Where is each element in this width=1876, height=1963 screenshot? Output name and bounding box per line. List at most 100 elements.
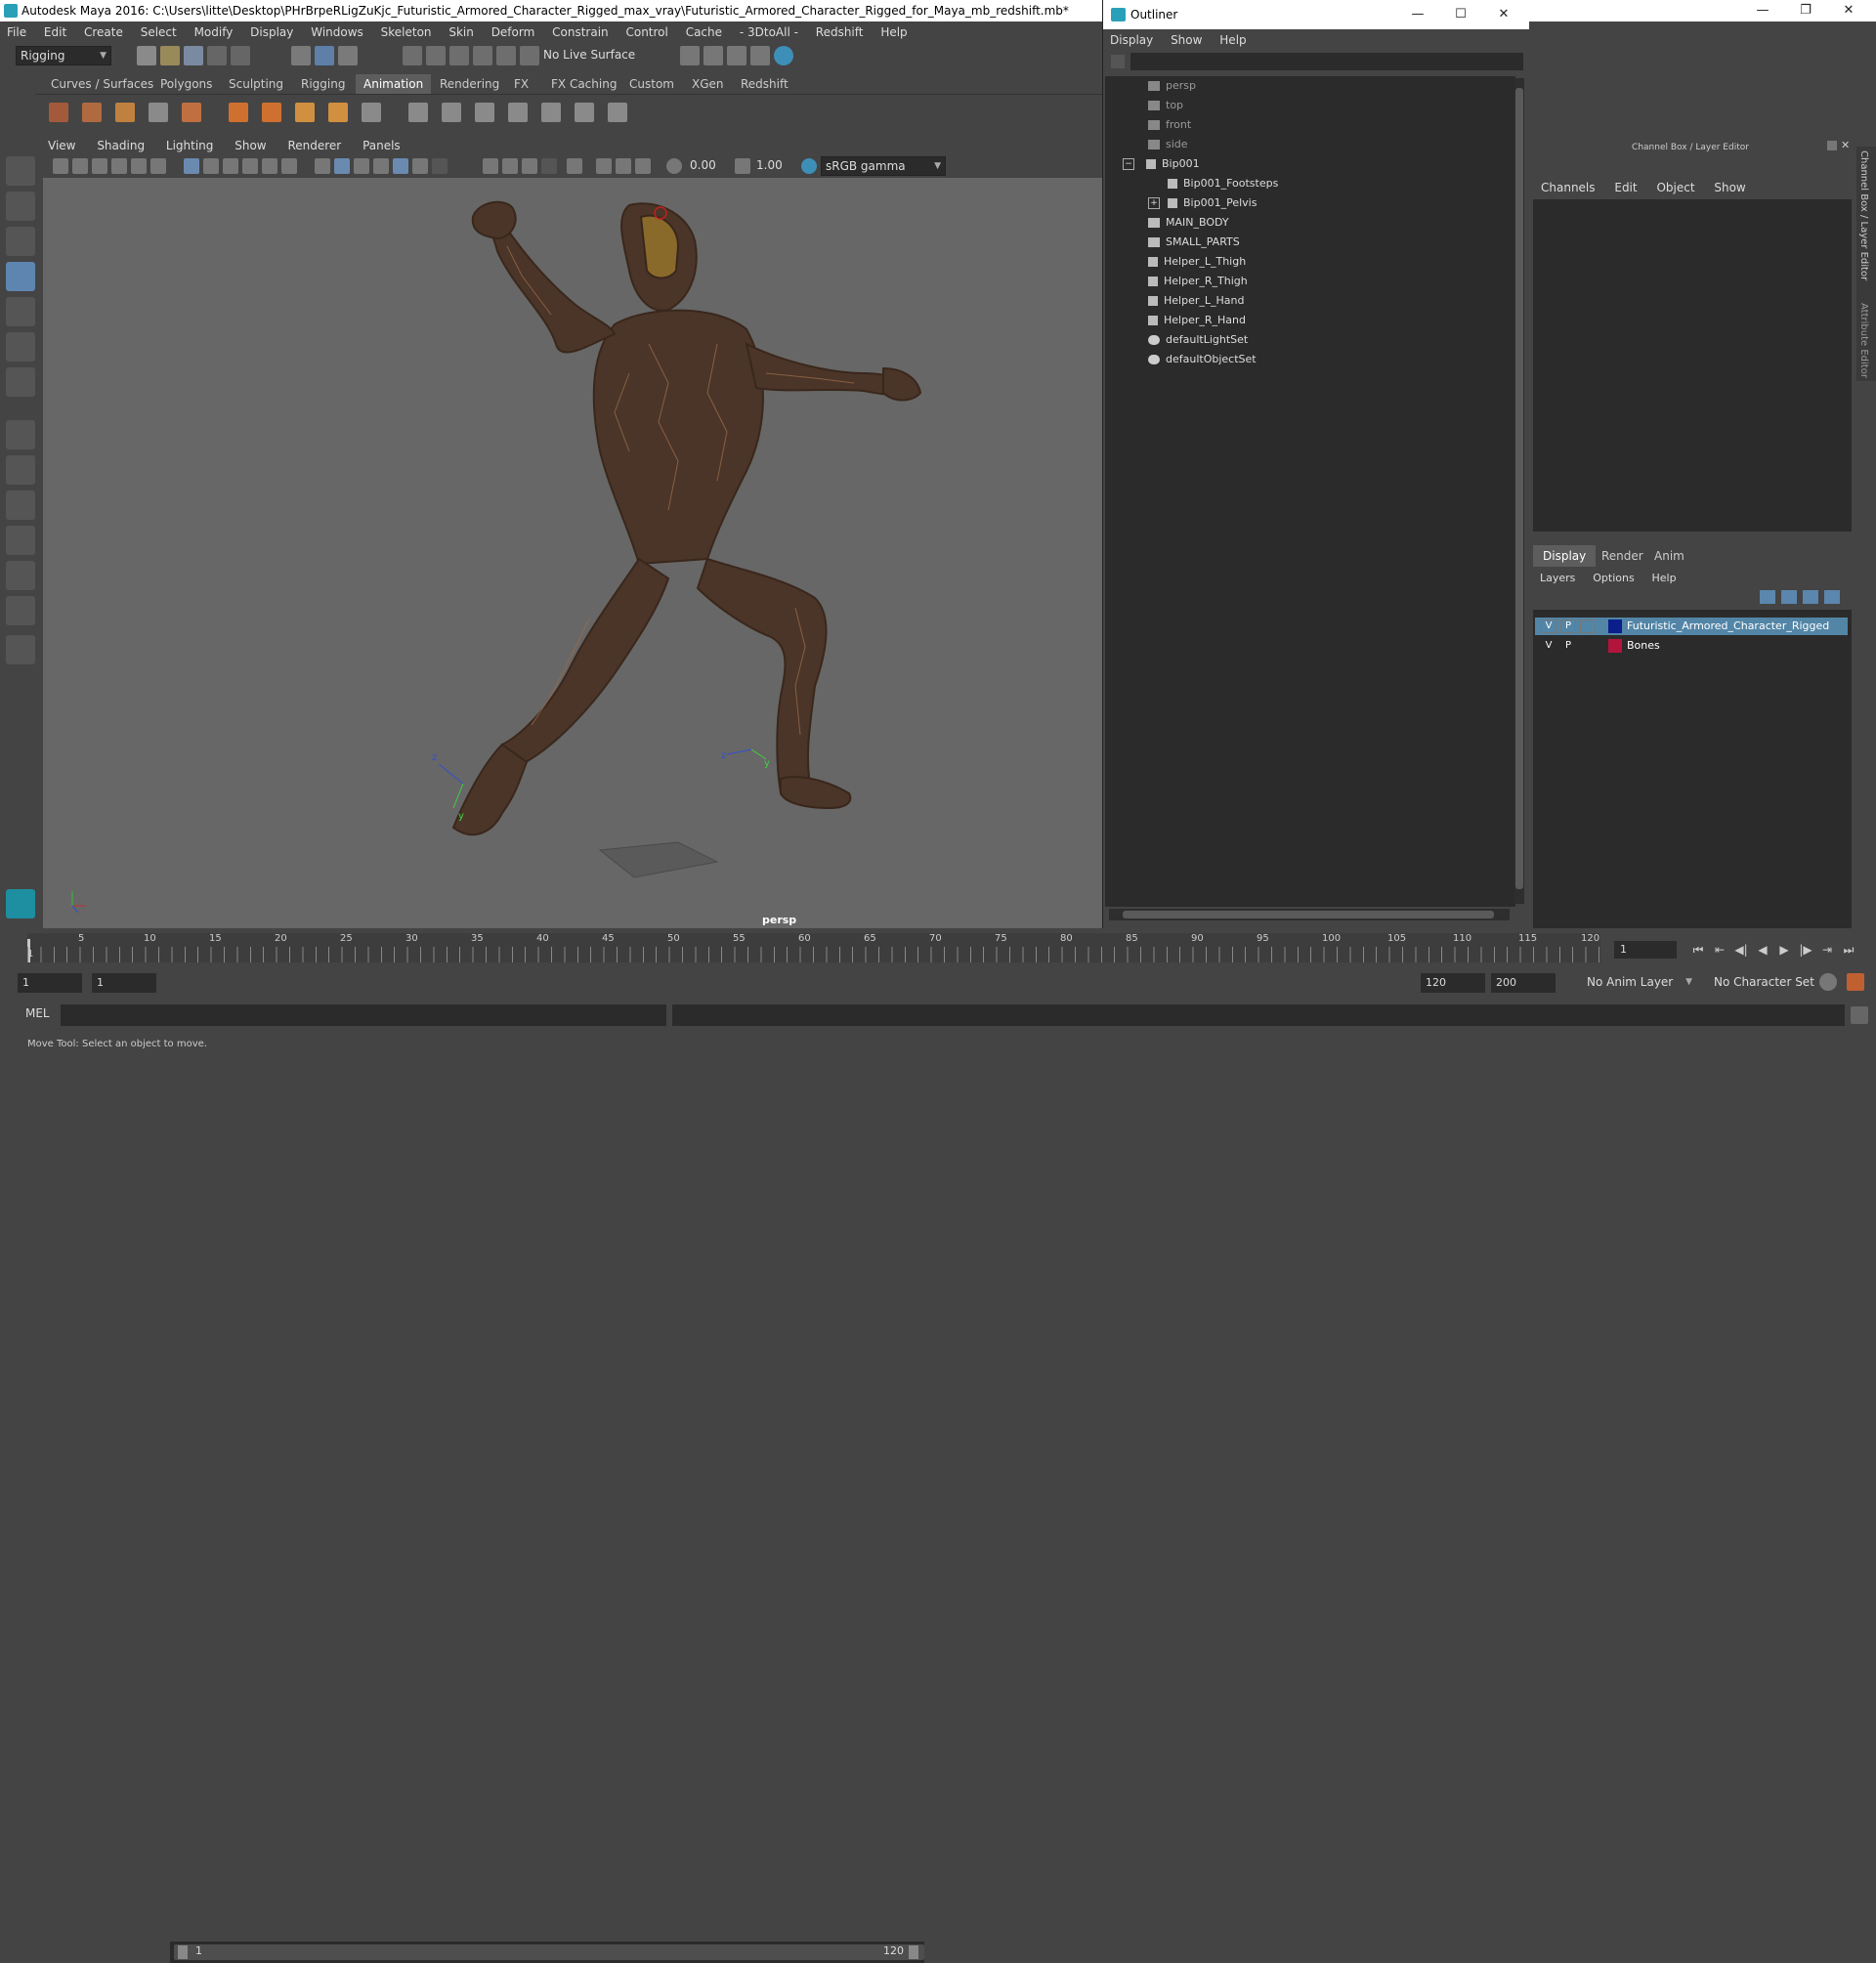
save-scene-icon[interactable] [184, 46, 203, 65]
outliner-item-front[interactable]: front [1148, 115, 1191, 135]
gamma-field[interactable]: 1.00 [752, 156, 795, 176]
close-icon[interactable]: ✕ [1827, 0, 1870, 21]
layer-visibility-toggle[interactable]: V [1541, 619, 1556, 633]
minimize-icon[interactable]: — [1741, 0, 1784, 21]
vp-menu-panels[interactable]: Panels [354, 137, 409, 154]
shelf-tab-polygons[interactable]: Polygons [152, 74, 220, 94]
menu-set-dropdown[interactable]: Rigging ▼ [16, 46, 111, 65]
vp-menu-shading[interactable]: Shading [88, 137, 153, 154]
menu-create[interactable]: Create [77, 21, 130, 43]
exposure-field[interactable]: 0.00 [686, 156, 729, 176]
shelf-tab-rendering[interactable]: Rendering [432, 74, 507, 94]
restore-icon[interactable]: ❐ [1784, 0, 1827, 21]
range-slider[interactable]: 1 120 [170, 1942, 924, 1963]
ik-handle-icon[interactable] [262, 103, 281, 122]
2d-pan-zoom-icon[interactable] [131, 158, 147, 174]
shelf-tab-redshift[interactable]: Redshift [733, 74, 796, 94]
go-to-start-icon[interactable]: ⏮ [1688, 939, 1708, 960]
collapse-icon[interactable]: − [1123, 158, 1134, 170]
animation-start-field[interactable]: 1 [18, 973, 82, 993]
play-backwards-icon[interactable]: ◀ [1753, 939, 1772, 960]
ghost-icon[interactable] [442, 103, 461, 122]
time-slider-track[interactable]: 1 5 10 15 20 25 30 35 40 45 50 55 60 65 … [27, 933, 1600, 962]
snap-surface-icon[interactable] [496, 46, 516, 65]
scale-tool-icon[interactable] [6, 332, 35, 362]
layer-tab-anim[interactable]: Anim [1644, 545, 1694, 567]
last-tool-icon[interactable] [6, 367, 35, 397]
menu-edit[interactable]: Edit [37, 21, 73, 43]
outliner-menu-show[interactable]: Show [1164, 29, 1209, 51]
outliner-item-helper-l-thigh[interactable]: Helper_L_Thigh [1148, 252, 1246, 272]
outliner-filter-icon[interactable] [1111, 55, 1125, 68]
paint-weights-icon[interactable] [362, 103, 381, 122]
outliner-item-helper-r-thigh[interactable]: Helper_R_Thigh [1148, 272, 1248, 291]
outliner-item-bip001-footsteps[interactable]: Bip001_Footsteps [1168, 174, 1278, 193]
outliner-item-persp[interactable]: persp [1148, 76, 1196, 96]
menu-control[interactable]: Control [618, 21, 674, 43]
vp-menu-show[interactable]: Show [226, 137, 275, 154]
scrollbar-thumb[interactable] [1515, 88, 1523, 889]
perspective-viewport[interactable]: z y z y [43, 178, 1102, 928]
snap-point-icon[interactable] [449, 46, 469, 65]
new-empty-layer-icon[interactable] [1803, 590, 1818, 604]
constraint-orient-icon[interactable] [541, 103, 561, 122]
constraint-aim-icon[interactable] [608, 103, 627, 122]
layer-visibility-toggle[interactable]: V [1541, 639, 1556, 653]
hud-icon[interactable] [635, 158, 651, 174]
frame-all-icon[interactable] [596, 158, 612, 174]
menu-file[interactable]: File [0, 21, 33, 43]
ipr-render-icon[interactable] [704, 46, 723, 65]
animation-end-field[interactable]: 200 [1491, 973, 1556, 993]
new-layer-selected-icon[interactable] [1824, 590, 1840, 604]
step-forward-frame-icon[interactable]: |▶ [1796, 939, 1815, 960]
shelf-tab-fx[interactable]: FX [506, 74, 536, 94]
select-object-icon[interactable] [315, 46, 334, 65]
bookmark-icon[interactable] [92, 158, 107, 174]
side-tab-channel-box[interactable]: Channel Box / Layer Editor [1858, 150, 1869, 280]
vp-menu-lighting[interactable]: Lighting [157, 137, 223, 154]
layer-menu-layers[interactable]: Layers [1533, 568, 1582, 589]
select-tool-icon[interactable] [6, 156, 35, 186]
colorspace-dropdown[interactable]: sRGB gamma ▼ [821, 156, 946, 176]
layer-menu-options[interactable]: Options [1586, 568, 1641, 589]
expand-icon[interactable]: + [1148, 197, 1160, 209]
layer-playback-toggle[interactable]: P [1560, 639, 1576, 653]
play-forwards-icon[interactable]: ▶ [1774, 939, 1794, 960]
side-tab-attribute-editor[interactable]: Attribute Editor [1858, 303, 1869, 378]
menu-redshift[interactable]: Redshift [809, 21, 871, 43]
joint-tool-icon[interactable] [229, 103, 248, 122]
menu-help[interactable]: Help [874, 21, 914, 43]
graph-editor-icon[interactable] [82, 103, 102, 122]
menu-skin[interactable]: Skin [442, 21, 481, 43]
gamma-icon[interactable] [735, 158, 750, 174]
smooth-shade-icon[interactable] [334, 158, 350, 174]
anim-layer-dropdown[interactable]: No Anim Layer ▼ [1583, 973, 1696, 993]
move-layer-up-icon[interactable] [1760, 590, 1775, 604]
cb-menu-show[interactable]: Show [1706, 178, 1753, 197]
menu-constrain[interactable]: Constrain [545, 21, 616, 43]
exposure-icon[interactable] [666, 158, 682, 174]
constraint-parent-icon[interactable] [475, 103, 494, 122]
playback-end-field[interactable]: 120 [1421, 973, 1485, 993]
shelf-tab-animation[interactable]: Animation [356, 74, 432, 94]
select-component-icon[interactable] [338, 46, 358, 65]
menu-display[interactable]: Display [243, 21, 300, 43]
camera-select-icon[interactable] [53, 158, 68, 174]
outliner-item-default-object-set[interactable]: defaultObjectSet [1148, 350, 1257, 369]
close-icon[interactable]: ✕ [1841, 139, 1853, 152]
snap-curve-icon[interactable] [426, 46, 446, 65]
command-language-label[interactable]: MEL [25, 1006, 50, 1020]
cb-menu-edit[interactable]: Edit [1606, 178, 1644, 197]
safe-action-icon[interactable] [281, 158, 297, 174]
persp-outliner-icon[interactable] [6, 526, 35, 555]
move-layer-down-icon[interactable] [1781, 590, 1797, 604]
outliner-item-side[interactable]: side [1148, 135, 1188, 154]
outliner-horizontal-scrollbar[interactable] [1109, 909, 1510, 920]
live-surface-label[interactable]: No Live Surface [539, 46, 641, 65]
motion-path-icon[interactable] [408, 103, 428, 122]
cb-menu-channels[interactable]: Channels [1533, 178, 1603, 197]
anim-prefs-icon[interactable] [1847, 973, 1864, 991]
ik-spline-icon[interactable] [295, 103, 315, 122]
frame-selected-icon[interactable] [616, 158, 631, 174]
render-frame-icon[interactable] [680, 46, 700, 65]
